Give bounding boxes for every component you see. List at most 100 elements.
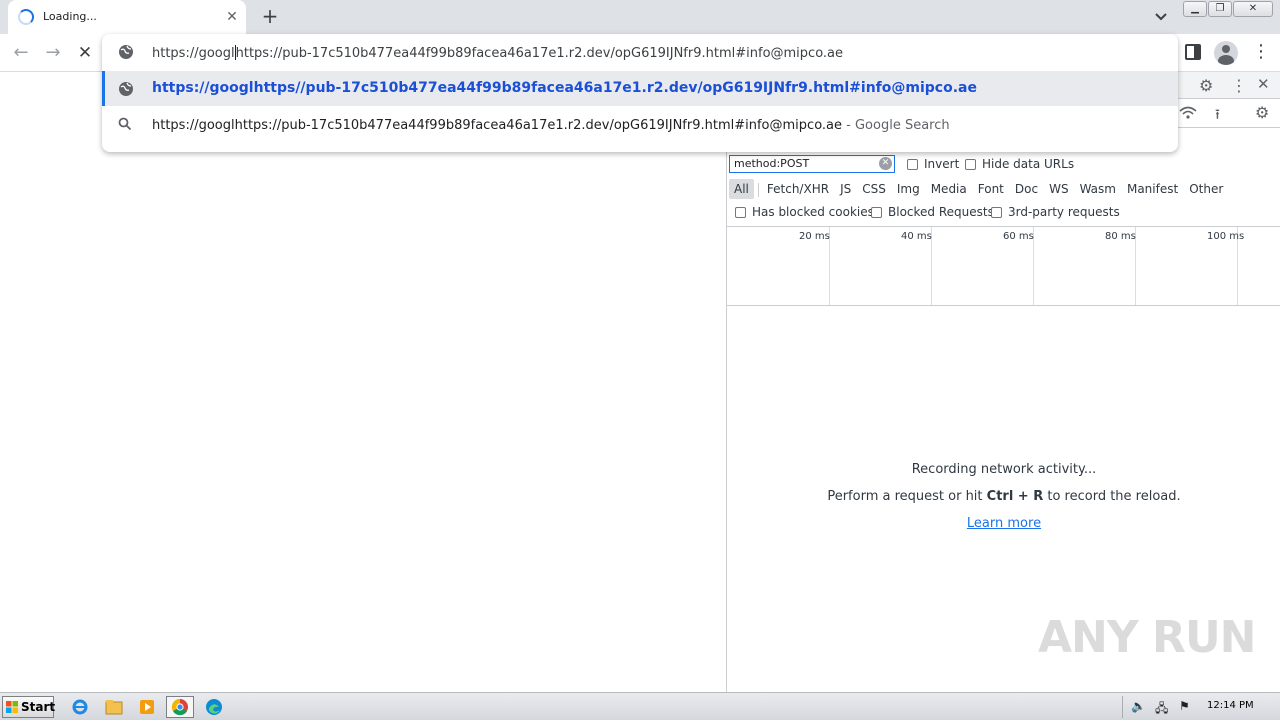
resource-type-wasm[interactable]: Wasm: [1075, 179, 1121, 199]
blocked-cookies-label: Has blocked cookies: [752, 205, 874, 219]
checkbox-box[interactable]: [907, 158, 918, 170]
anyrun-watermark: ANY RUN: [1038, 612, 1256, 663]
checkbox-box[interactable]: [965, 158, 976, 170]
resource-type-css[interactable]: CSS: [857, 179, 891, 199]
side-panel-icon[interactable]: [1185, 44, 1201, 60]
windows-logo-icon: [6, 701, 18, 713]
internet-explorer-icon: [72, 699, 88, 715]
blocked-requests-checkbox[interactable]: Blocked Requests: [871, 205, 994, 219]
edge-icon: [206, 699, 222, 715]
timeline-tick-label: 60 ms: [1003, 231, 1034, 242]
devtools-panel: ⚙ ⋮ ✕ ⭱ ⚙ method:POST ✕ Invert Hide data…: [726, 72, 1280, 692]
start-button[interactable]: Start: [2, 696, 56, 718]
hint-keys: Ctrl + R: [986, 489, 1044, 504]
resource-type-img[interactable]: Img: [892, 179, 925, 199]
timeline-tick-label: 40 ms: [901, 231, 932, 242]
address-input[interactable]: https://googlhttps://pub-17c510b477ea44f…: [152, 45, 843, 61]
hide-data-urls-checkbox[interactable]: Hide data URLs: [965, 157, 1074, 171]
suggestion-search-suffix: - Google Search: [842, 118, 950, 133]
resource-type-ws[interactable]: WS: [1044, 179, 1073, 199]
globe-icon: [119, 45, 133, 59]
action-center-flag-icon[interactable]: ⚑: [1179, 699, 1190, 713]
learn-more-link[interactable]: Learn more: [967, 516, 1041, 531]
forward-button[interactable]: →: [42, 42, 64, 64]
folder-icon: [105, 700, 123, 715]
resource-type-filters: All Fetch/XHR JS CSS Img Media Font Doc WS Wasm Ma…: [729, 179, 1229, 199]
taskbar-clock[interactable]: 12:14 PM: [1207, 700, 1254, 711]
search-icon: [118, 117, 132, 131]
empty-state-hint: Perform a request or hit Ctrl + R to rec…: [727, 489, 1280, 504]
suggestion-url[interactable]: https://googlhttps//pub-17c510b477ea44f9…: [102, 71, 1178, 106]
checkbox-box[interactable]: [991, 206, 1002, 218]
profile-avatar[interactable]: [1214, 41, 1238, 65]
tab-strip: Loading... ✕ + ▁ ❐ ✕: [0, 0, 1280, 34]
blocked-cookies-checkbox[interactable]: Has blocked cookies: [735, 205, 874, 219]
taskbar-edge[interactable]: [200, 696, 228, 718]
gear-icon[interactable]: ⚙: [1255, 103, 1269, 122]
network-timeline-overview[interactable]: 20 ms 40 ms 60 ms 80 ms 100 ms: [727, 226, 1280, 306]
filter-input[interactable]: method:POST: [729, 155, 895, 173]
type-separator: [757, 183, 759, 197]
loading-spinner-icon: [18, 9, 34, 25]
browser-tab[interactable]: Loading... ✕: [8, 0, 246, 34]
system-tray: 🔈 🖧 ⚑ 12:14 PM: [1122, 696, 1278, 718]
invert-checkbox[interactable]: Invert: [907, 157, 959, 171]
resource-type-fetch-xhr[interactable]: Fetch/XHR: [762, 179, 834, 199]
resource-type-doc[interactable]: Doc: [1010, 179, 1043, 199]
gear-icon[interactable]: ⚙: [1199, 76, 1213, 95]
resource-type-manifest[interactable]: Manifest: [1122, 179, 1183, 199]
timeline-tick-label: 20 ms: [799, 231, 830, 242]
chrome-menu-icon[interactable]: ⋮: [1252, 43, 1270, 63]
address-text-before-caret: https://googl: [152, 46, 235, 61]
address-text-after-caret: https://pub-17c510b477ea44f99b89facea46a…: [235, 46, 844, 61]
tab-search-chevron-icon[interactable]: [1150, 6, 1172, 28]
taskbar-media-player[interactable]: [133, 696, 161, 718]
invert-label: Invert: [924, 157, 960, 171]
checkbox-box[interactable]: [735, 206, 746, 218]
hint-prefix: Perform a request or hit: [827, 489, 987, 504]
stop-loading-button[interactable]: ✕: [74, 42, 96, 64]
timeline-tick-label: 80 ms: [1105, 231, 1136, 242]
third-party-requests-label: 3rd-party requests: [1008, 205, 1120, 219]
import-har-icon[interactable]: ⭱: [1215, 104, 1220, 128]
windows-taskbar: Start 🔈 🖧 ⚑ 12:14 PM: [0, 692, 1280, 720]
speaker-icon[interactable]: 🔈: [1131, 699, 1146, 713]
taskbar-internet-explorer[interactable]: [66, 696, 94, 718]
network-empty-state: Recording network activity... Perform a …: [727, 462, 1280, 531]
suggestion-url-text: https://googlhttps//pub-17c510b477ea44f9…: [152, 80, 977, 96]
resource-type-font[interactable]: Font: [973, 179, 1009, 199]
back-button[interactable]: ←: [10, 42, 32, 64]
third-party-requests-checkbox[interactable]: 3rd-party requests: [991, 205, 1120, 219]
more-options-icon[interactable]: ⋮: [1231, 76, 1247, 95]
taskbar-chrome[interactable]: [166, 696, 194, 718]
filter-bar: method:POST ✕ Invert Hide data URLs All F…: [727, 152, 1280, 226]
globe-icon: [119, 82, 133, 96]
suggestion-search[interactable]: https://googlhttps://pub-17c510b477ea44f…: [102, 108, 1178, 143]
suggestion-search-query: https://googlhttps://pub-17c510b477ea44f…: [152, 118, 843, 133]
resource-type-all[interactable]: All: [729, 179, 754, 199]
media-player-icon: [140, 700, 154, 714]
address-bar[interactable]: https://googlhttps://pub-17c510b477ea44f…: [102, 34, 1178, 71]
timeline-tick-label: 100 ms: [1207, 231, 1245, 242]
window-restore-button[interactable]: ❐: [1208, 1, 1232, 17]
start-label: Start: [21, 700, 56, 714]
tab-close-button[interactable]: ✕: [222, 7, 242, 27]
suggestion-search-text: https://googlhttps://pub-17c510b477ea44f…: [152, 118, 950, 133]
checkbox-box[interactable]: [871, 206, 882, 218]
new-tab-button[interactable]: +: [258, 5, 282, 29]
resource-type-js[interactable]: JS: [835, 179, 856, 199]
tab-title: Loading...: [43, 10, 97, 23]
omnibox-dropdown: https://googlhttps://pub-17c510b477ea44f…: [102, 34, 1178, 152]
taskbar-file-explorer[interactable]: [100, 696, 128, 718]
resource-type-media[interactable]: Media: [926, 179, 972, 199]
network-icon[interactable]: 🖧: [1155, 699, 1168, 720]
resource-type-other[interactable]: Other: [1184, 179, 1228, 199]
hint-suffix: to record the reload.: [1043, 489, 1181, 504]
window-close-button[interactable]: ✕: [1233, 1, 1273, 17]
clear-filter-icon[interactable]: ✕: [879, 157, 892, 170]
chrome-icon: [171, 698, 188, 716]
close-icon[interactable]: ✕: [1257, 75, 1270, 93]
network-conditions-icon[interactable]: [1179, 106, 1197, 120]
blocked-requests-label: Blocked Requests: [888, 205, 994, 219]
window-minimize-button[interactable]: ▁: [1183, 1, 1207, 17]
